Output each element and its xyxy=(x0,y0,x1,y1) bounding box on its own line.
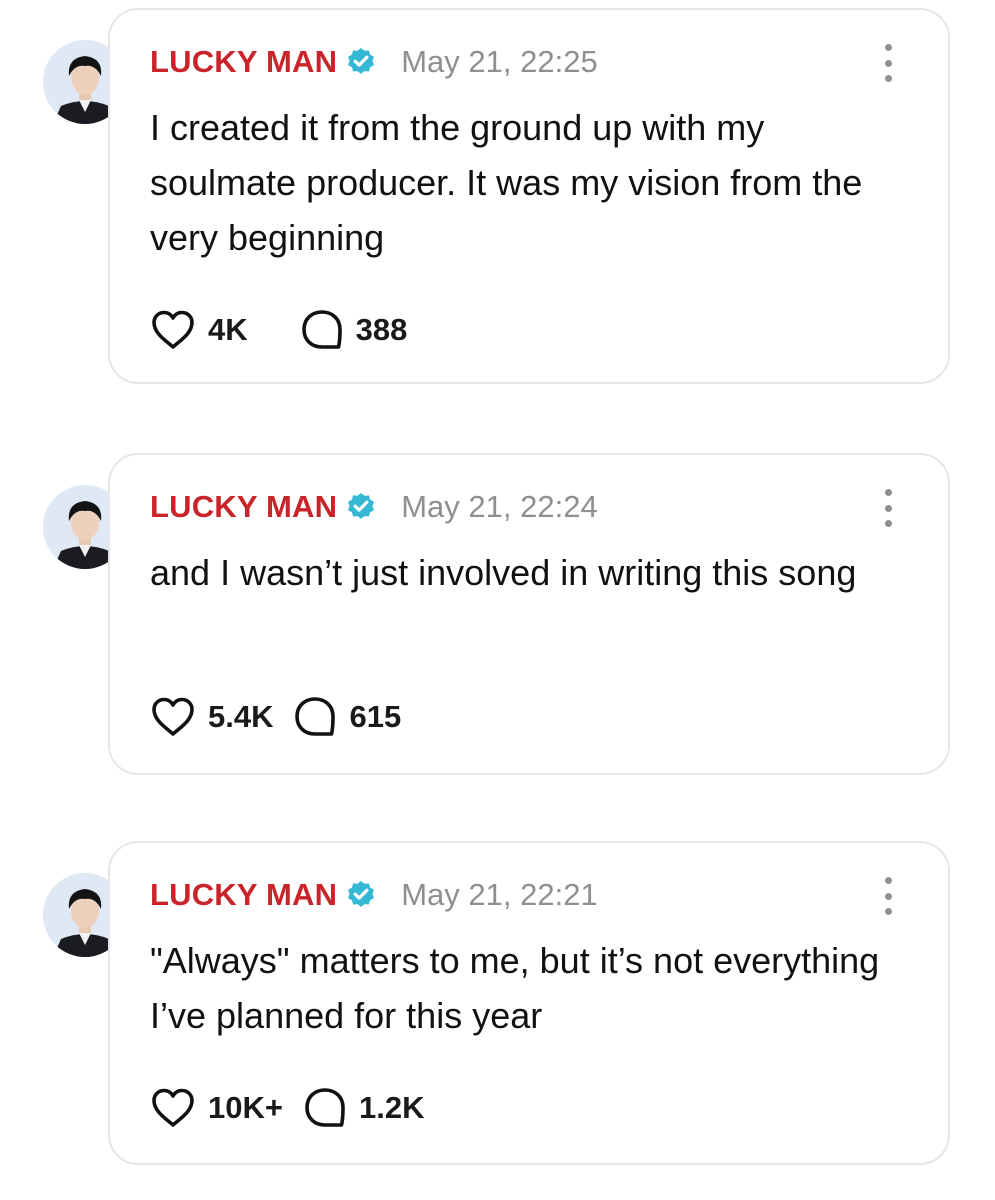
post-actions: 10K+ 1.2K xyxy=(150,1086,424,1130)
post-header: LUCKY MAN May 21, 22:24 xyxy=(150,487,598,527)
like-count: 10K+ xyxy=(208,1090,283,1125)
like-count: 5.4K xyxy=(208,699,274,734)
more-vertical-icon-dot xyxy=(884,908,892,915)
reply-button[interactable]: 1.2K xyxy=(303,1086,424,1130)
more-vertical-icon-dot xyxy=(884,520,892,527)
post-timestamp: May 21, 22:24 xyxy=(401,489,598,524)
like-button[interactable]: 5.4K xyxy=(150,696,273,738)
post: LUCKY MAN May 21, 22:21 "Always" matters… xyxy=(0,833,995,1168)
more-vertical-icon-dot xyxy=(884,892,892,900)
heart-icon xyxy=(152,697,194,736)
post: LUCKY MAN May 21, 22:24 and I wasn’t jus… xyxy=(0,445,995,775)
post-card[interactable]: LUCKY MAN May 21, 22:21 "Always" matters… xyxy=(108,841,950,1165)
heart-icon xyxy=(152,310,194,349)
like-count: 4K xyxy=(208,312,248,347)
author-name[interactable]: LUCKY MAN xyxy=(150,489,337,525)
more-options-button[interactable] xyxy=(878,877,898,915)
post-text: I created it from the ground up with my … xyxy=(150,107,863,258)
post-text: "Always" matters to me, but it’s not eve… xyxy=(150,940,880,1036)
reply-count: 1.2K xyxy=(358,1090,425,1125)
post-header: LUCKY MAN May 21, 22:25 xyxy=(150,42,598,82)
like-button[interactable]: 4K xyxy=(150,309,248,351)
author-name[interactable]: LUCKY MAN xyxy=(150,44,337,80)
speech-bubble-icon xyxy=(295,697,336,736)
post-header: LUCKY MAN May 21, 22:21 xyxy=(150,875,598,915)
more-vertical-icon-dot xyxy=(884,489,892,496)
reply-count: 615 xyxy=(349,699,402,734)
post-timestamp: May 21, 22:21 xyxy=(401,877,598,912)
more-vertical-icon-dot xyxy=(884,44,892,51)
more-vertical-icon-dot xyxy=(884,877,892,884)
more-options-button[interactable] xyxy=(878,44,898,82)
author-name[interactable]: LUCKY MAN xyxy=(150,877,337,913)
verified-badge-icon xyxy=(348,881,375,907)
heart-icon xyxy=(152,1088,194,1127)
post-timestamp: May 21, 22:25 xyxy=(401,44,598,79)
more-vertical-icon-dot xyxy=(884,59,892,67)
post-card[interactable]: LUCKY MAN May 21, 22:24 and I wasn’t jus… xyxy=(108,453,950,775)
reply-count: 388 xyxy=(355,312,408,347)
post-card[interactable]: LUCKY MAN May 21, 22:25 I created it fro… xyxy=(108,8,950,384)
post-text: and I wasn’t just involved in writing th… xyxy=(150,552,857,593)
verified-badge-icon xyxy=(348,493,375,519)
post-actions: 4K 388 xyxy=(150,308,407,352)
reply-button[interactable]: 388 xyxy=(300,308,408,352)
more-options-button[interactable] xyxy=(878,489,898,527)
more-vertical-icon-dot xyxy=(884,504,892,512)
like-button[interactable]: 10K+ xyxy=(150,1087,283,1129)
post: LUCKY MAN May 21, 22:25 I created it fro… xyxy=(0,0,995,385)
reply-button[interactable]: 615 xyxy=(293,695,401,739)
more-vertical-icon-dot xyxy=(884,75,892,82)
feed: LUCKY MAN May 21, 22:25 I created it fro… xyxy=(0,0,995,1200)
speech-bubble-icon xyxy=(301,310,342,349)
post-actions: 5.4K 615 xyxy=(150,695,401,739)
verified-badge-icon xyxy=(348,48,375,74)
speech-bubble-icon xyxy=(305,1088,345,1127)
